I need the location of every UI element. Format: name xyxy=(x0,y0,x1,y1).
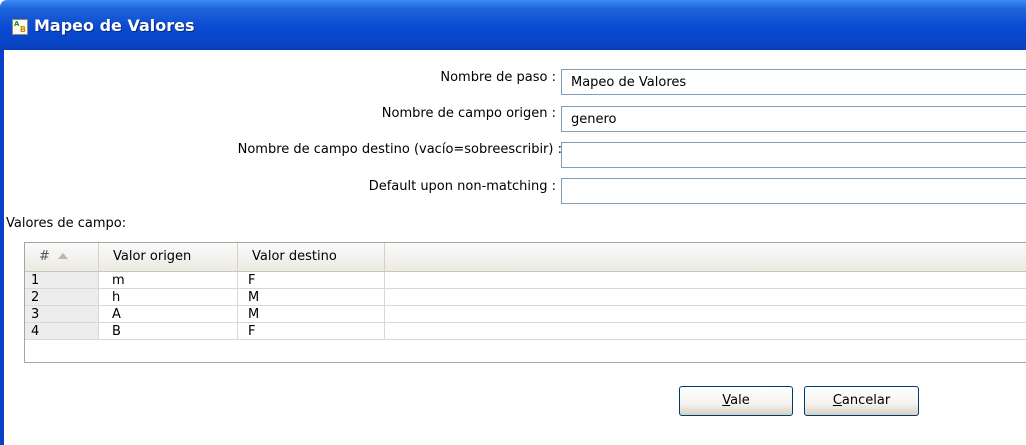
ok-mnemonic: V xyxy=(722,393,731,408)
filler-cell xyxy=(385,306,1026,323)
step-name-label: Nombre de paso : xyxy=(440,70,556,85)
ok-label: ale xyxy=(730,393,750,408)
column-header-target[interactable]: Valor destino xyxy=(238,243,385,271)
column-header-number[interactable]: # xyxy=(25,243,99,271)
dialog-window: A B Mapeo de Valores Nombre de paso : Ma… xyxy=(0,0,1026,445)
column-header-number-label: # xyxy=(39,249,50,264)
dialog-body: Nombre de paso : Mapeo de Valores Nombre… xyxy=(4,50,1026,445)
target-value-cell[interactable]: F xyxy=(238,323,385,340)
column-header-source[interactable]: Valor origen xyxy=(99,243,238,271)
filler-cell xyxy=(385,323,1026,340)
column-header-filler xyxy=(385,243,1026,271)
filler-cell xyxy=(385,289,1026,306)
icon-letter-a: A xyxy=(14,20,20,28)
cancel-mnemonic: C xyxy=(832,393,842,408)
filler-cell xyxy=(385,272,1026,289)
table-header: # Valor origen Valor destino xyxy=(25,243,1026,272)
ok-button[interactable]: Vale xyxy=(679,386,793,416)
target-value-cell[interactable]: M xyxy=(238,306,385,323)
target-value-cell[interactable]: M xyxy=(238,289,385,306)
title-bar[interactable]: A B Mapeo de Valores xyxy=(0,0,1026,50)
row-number-cell[interactable]: 1 xyxy=(25,272,99,289)
row-number-cell[interactable]: 3 xyxy=(25,306,99,323)
target-value-cell[interactable]: F xyxy=(238,272,385,289)
icon-letter-b: B xyxy=(19,25,26,34)
window-title: Mapeo de Valores xyxy=(34,16,195,35)
row-number-cell[interactable]: 4 xyxy=(25,323,99,340)
table-row[interactable]: 3 A M xyxy=(25,306,1026,323)
table-row[interactable]: 4 B F xyxy=(25,323,1026,340)
value-mapper-icon: A B xyxy=(12,19,28,35)
cancel-button[interactable]: Cancelar xyxy=(804,386,919,416)
source-value-cell[interactable]: A xyxy=(99,306,238,323)
values-table[interactable]: # Valor origen Valor destino 1 m F 2 h M… xyxy=(24,242,1026,363)
table-row[interactable]: 2 h M xyxy=(25,289,1026,306)
source-value-cell[interactable]: h xyxy=(99,289,238,306)
source-value-cell[interactable]: m xyxy=(99,272,238,289)
sort-ascending-icon xyxy=(57,253,68,259)
values-section-label: Valores de campo: xyxy=(6,216,127,231)
step-name-field[interactable]: Mapeo de Valores xyxy=(561,69,1026,95)
default-value-input[interactable] xyxy=(561,178,1026,204)
source-field-label: Nombre de campo origen : xyxy=(381,106,556,121)
target-field-input[interactable] xyxy=(561,142,1026,168)
default-value-label: Default upon non-matching : xyxy=(368,179,556,194)
source-field-input[interactable]: genero xyxy=(561,106,1026,132)
table-row[interactable]: 1 m F xyxy=(25,272,1026,289)
source-value-cell[interactable]: B xyxy=(99,323,238,340)
target-field-label: Nombre de campo destino (vacío=sobreescr… xyxy=(237,142,562,157)
cancel-label: ancelar xyxy=(841,393,891,408)
row-number-cell[interactable]: 2 xyxy=(25,289,99,306)
